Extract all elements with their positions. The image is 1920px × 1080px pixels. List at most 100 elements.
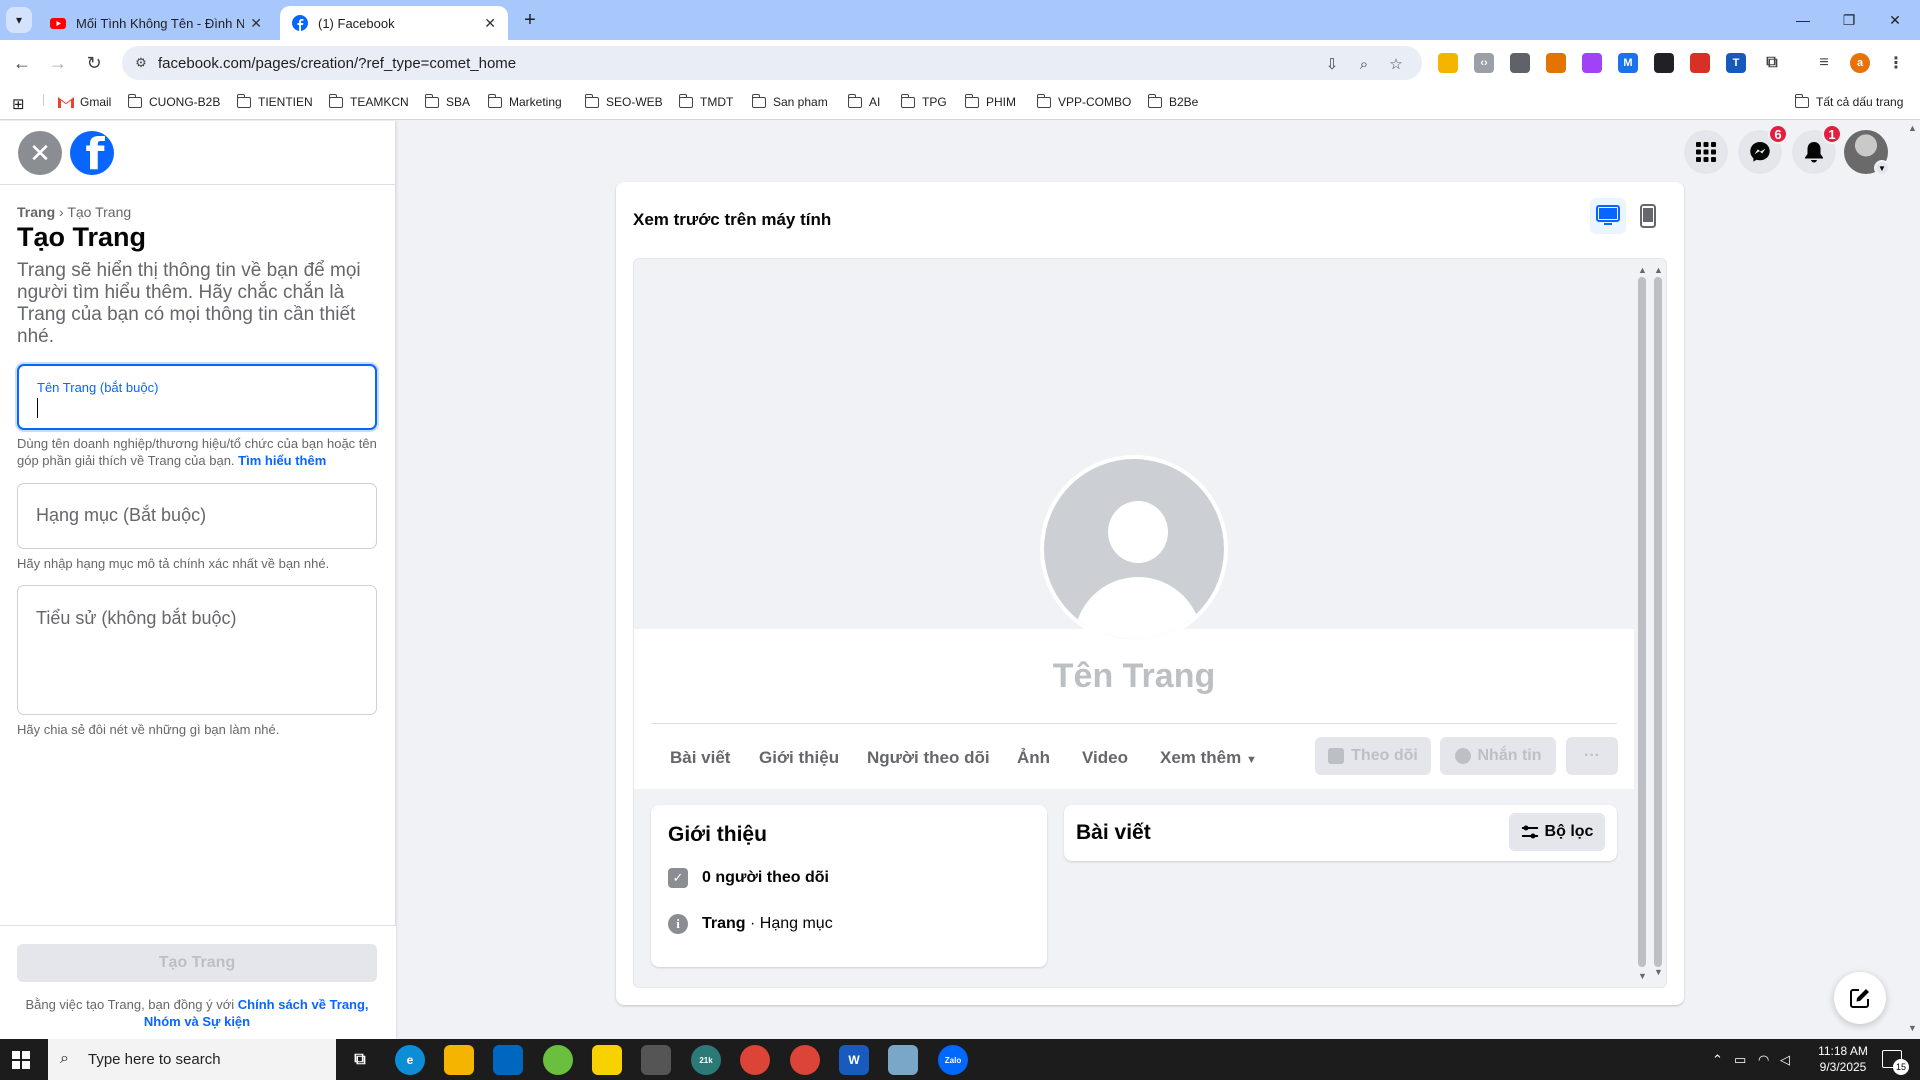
category-placeholder: Hạng mục (Bắt buộc) xyxy=(36,505,207,525)
bookmark-star-icon[interactable]: ☆ xyxy=(1386,54,1406,74)
app-icon[interactable] xyxy=(888,1045,918,1075)
file-explorer-icon[interactable] xyxy=(444,1045,474,1075)
bookmark-folder[interactable]: VPP-COMBO xyxy=(1036,93,1131,109)
notification-center-icon[interactable]: 15 xyxy=(1882,1050,1909,1075)
browser-tab-youtube[interactable]: Mối Tình Không Tên - Đình Ng ✕ xyxy=(38,6,274,40)
extensions-puzzle-icon[interactable]: ⧉ xyxy=(1762,53,1782,73)
reload-button[interactable]: ↻ xyxy=(80,49,108,77)
profile-icon[interactable]: a xyxy=(1850,53,1870,73)
scroll-up-icon[interactable]: ▲ xyxy=(1908,123,1917,133)
taskbar-search-box[interactable]: ⌕ Type here to search xyxy=(48,1039,336,1080)
close-tab-icon[interactable]: ✕ xyxy=(250,15,262,32)
new-tab-button[interactable]: + xyxy=(518,8,542,32)
site-info-icon[interactable]: ⚙ xyxy=(132,54,150,72)
facebook-logo-icon[interactable]: f xyxy=(70,131,114,175)
preview-page: Tên Trang Bài viết Giới thiệu Người theo… xyxy=(634,259,1634,987)
preview-posts-card: Bài viết Bộ lọc xyxy=(1064,805,1617,861)
learn-more-link[interactable]: Tìm hiểu thêm xyxy=(238,453,326,468)
gmail-icon xyxy=(58,97,74,108)
extension-icon[interactable] xyxy=(1546,53,1566,73)
all-bookmarks-folder[interactable]: Tất cả dấu trang xyxy=(1794,93,1903,109)
camera-icon[interactable] xyxy=(641,1045,671,1075)
install-app-icon[interactable]: ⇩ xyxy=(1322,54,1342,74)
app-icon[interactable] xyxy=(543,1045,573,1075)
store-icon[interactable] xyxy=(493,1045,523,1075)
restore-button[interactable]: ❐ xyxy=(1826,6,1872,34)
bookmark-gmail[interactable]: Gmail xyxy=(58,95,111,109)
bookmark-folder[interactable]: AI xyxy=(847,93,880,109)
back-button[interactable]: ← xyxy=(8,49,36,77)
zalo-icon[interactable]: Zalo xyxy=(938,1045,968,1075)
mobile-preview-button[interactable] xyxy=(1630,198,1666,234)
app-icon[interactable] xyxy=(592,1045,622,1075)
minimize-button[interactable]: — xyxy=(1780,6,1826,34)
media-control-icon[interactable]: ≡ xyxy=(1814,53,1834,73)
new-message-button[interactable] xyxy=(1834,972,1886,1024)
tab-search-button[interactable]: ▾ xyxy=(6,7,32,33)
scroll-down-icon[interactable]: ▼ xyxy=(1908,1023,1917,1033)
scroll-up-icon[interactable]: ▲ xyxy=(1638,265,1647,275)
bio-textarea[interactable]: Tiểu sử (không bắt buộc) xyxy=(17,585,377,715)
extension-icon[interactable] xyxy=(1510,53,1530,73)
apps-grid-icon[interactable]: ⊞ xyxy=(12,95,25,113)
bookmark-folder[interactable]: Marketing xyxy=(487,93,562,109)
task-view-icon[interactable]: ⧉ xyxy=(345,1045,375,1075)
bookmark-folder[interactable]: PHIM xyxy=(964,93,1016,109)
extension-icon[interactable] xyxy=(1582,53,1602,73)
taskbar-clock[interactable]: 11:18 AM 9/3/2025 xyxy=(1808,1043,1878,1075)
tray-chevron-icon[interactable]: ⌃ xyxy=(1712,1052,1723,1068)
breadcrumb-parent-link[interactable]: Trang xyxy=(17,204,55,220)
chrome-icon[interactable] xyxy=(790,1045,820,1075)
category-input[interactable]: Hạng mục (Bắt buộc) xyxy=(17,483,377,549)
close-window-button[interactable]: ✕ xyxy=(1872,6,1918,34)
scroll-down-icon[interactable]: ▼ xyxy=(1654,967,1663,977)
bookmark-folder[interactable]: TIENTIEN xyxy=(236,93,313,109)
search-icon: ⌕ xyxy=(60,1050,69,1067)
bookmark-folder[interactable]: San pham xyxy=(751,93,828,109)
zoom-icon[interactable]: ⌕ xyxy=(1354,54,1374,74)
volume-icon[interactable]: ◁ xyxy=(1780,1052,1790,1068)
bookmark-folder[interactable]: TPG xyxy=(900,93,947,109)
extension-icon[interactable]: T xyxy=(1726,53,1746,73)
bookmark-folder[interactable]: TEAMKCN xyxy=(328,93,409,109)
scroll-thumb[interactable] xyxy=(1654,277,1662,967)
divider xyxy=(651,723,1617,724)
close-icon[interactable]: ✕ xyxy=(18,131,62,175)
forward-button[interactable]: → xyxy=(44,49,72,77)
scroll-up-icon[interactable]: ▲ xyxy=(1654,265,1663,275)
address-bar[interactable]: ⚙ facebook.com/pages/creation/?ref_type=… xyxy=(122,46,1422,80)
wifi-icon[interactable]: ◠ xyxy=(1758,1052,1769,1068)
page-scrollbar[interactable]: ▲ ▼ xyxy=(1906,121,1920,1039)
bookmark-folder[interactable]: SBA xyxy=(424,93,470,109)
bookmark-folder[interactable]: TMDT xyxy=(678,93,733,109)
bookmark-folder[interactable]: SEO-WEB xyxy=(584,93,663,109)
menu-grid-button[interactable] xyxy=(1684,130,1728,174)
battery-icon[interactable]: ▭ xyxy=(1734,1052,1746,1068)
edge-icon[interactable]: e xyxy=(395,1045,425,1075)
preview-scrollbar[interactable]: ▲ ▲ ▼ ▼ xyxy=(1638,265,1666,981)
scroll-down-icon[interactable]: ▼ xyxy=(1638,971,1647,981)
preview-intro-card: Giới thiệu ✓ 0 người theo dõi i Trang · … xyxy=(651,805,1047,967)
bookmark-folder[interactable]: B2Be xyxy=(1147,93,1198,109)
chrome-profile-icon[interactable]: 21k xyxy=(691,1045,721,1075)
extension-icon[interactable] xyxy=(1438,53,1458,73)
messenger-button[interactable]: 6 xyxy=(1738,124,1788,174)
scroll-thumb[interactable] xyxy=(1638,277,1646,967)
url-text[interactable]: facebook.com/pages/creation/?ref_type=co… xyxy=(158,55,516,72)
create-page-button[interactable]: Tạo Trang xyxy=(17,944,377,982)
extension-icon[interactable]: M xyxy=(1618,53,1638,73)
page-name-input[interactable]: Tên Trang (bắt buộc) xyxy=(17,364,377,430)
extension-icon[interactable] xyxy=(1654,53,1674,73)
close-tab-icon[interactable]: ✕ xyxy=(484,15,496,32)
account-avatar[interactable]: ▼ xyxy=(1844,130,1890,176)
bookmark-folder[interactable]: CUONG-B2B xyxy=(127,93,220,109)
chrome-icon[interactable] xyxy=(740,1045,770,1075)
extension-icon[interactable] xyxy=(1690,53,1710,73)
desktop-preview-button[interactable] xyxy=(1590,198,1626,234)
notifications-button[interactable]: 1 xyxy=(1792,124,1842,174)
kebab-menu-icon[interactable]: ⋮ xyxy=(1886,53,1906,73)
windows-start-icon[interactable] xyxy=(12,1051,30,1069)
word-icon[interactable]: W xyxy=(839,1045,869,1075)
extension-icon[interactable]: ‹› xyxy=(1474,53,1494,73)
browser-tab-facebook[interactable]: (1) Facebook ✕ xyxy=(280,6,508,40)
